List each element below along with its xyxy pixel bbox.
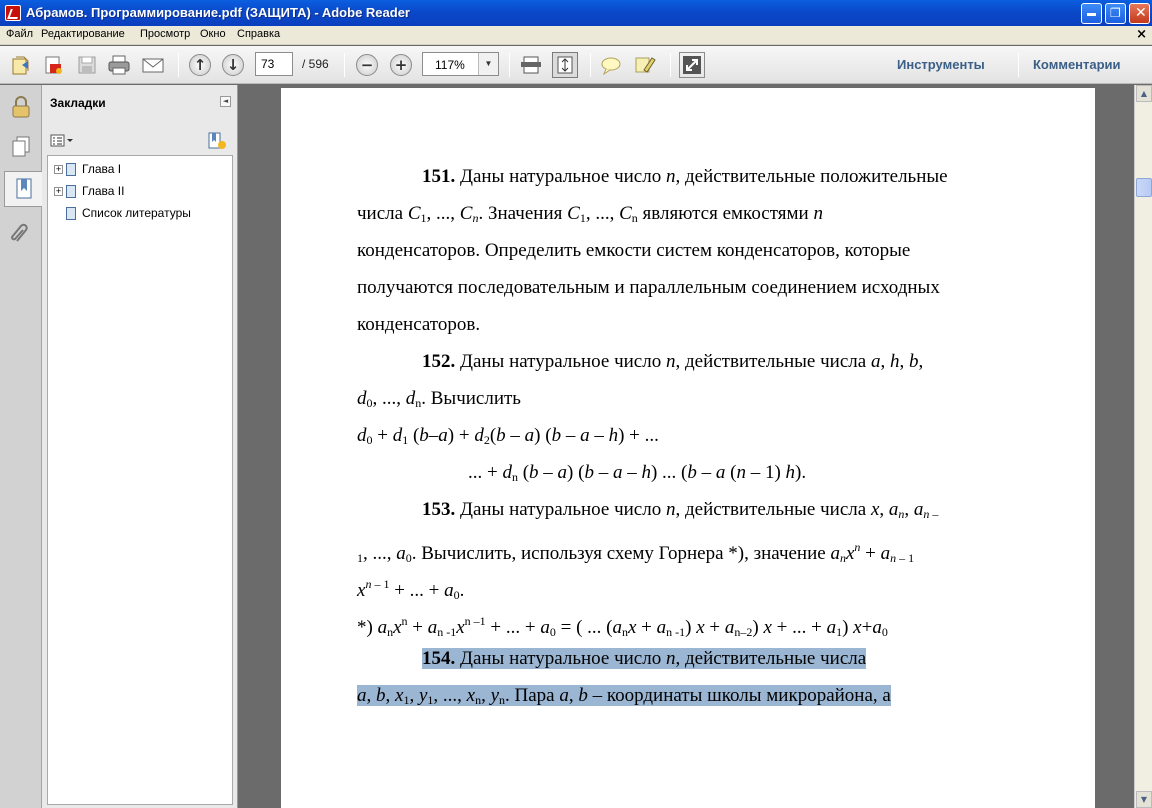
formula-line: d0 + d1 (b–a) + d2(b – a) (b – a – h) + … bbox=[357, 425, 659, 447]
scroll-down-icon[interactable]: ▼ bbox=[1136, 791, 1152, 808]
toolbar-separator bbox=[590, 53, 591, 77]
text-line: 152. Даны натуральное число n, действите… bbox=[422, 351, 924, 372]
bookmark-item[interactable]: Список литературы bbox=[54, 205, 224, 223]
bookmark-icon bbox=[66, 207, 76, 220]
text-line: конденсаторов. Определить емкости систем… bbox=[357, 240, 911, 261]
zoom-out-icon[interactable]: − bbox=[354, 52, 380, 78]
toolbar-separator bbox=[344, 53, 345, 77]
formula-line: ... + dn (b – a) (b – a – h) ... (b – a … bbox=[468, 462, 807, 484]
tools-link[interactable]: Инструменты bbox=[897, 57, 985, 72]
zoom-select[interactable]: 117% ▼ bbox=[422, 52, 499, 76]
close-document-icon[interactable]: × bbox=[1136, 27, 1147, 42]
bookmarks-icon[interactable] bbox=[4, 171, 42, 207]
title-bar: Абрамов. Программирование.pdf (ЗАЩИТА) -… bbox=[0, 0, 1152, 26]
menu-help[interactable]: Справка bbox=[237, 28, 280, 40]
bookmark-item[interactable]: + Глава II bbox=[54, 183, 224, 201]
lock-icon[interactable] bbox=[4, 89, 37, 125]
bookmarks-panel: Закладки ◄ + Глава I + Глава II Список л… bbox=[42, 85, 238, 808]
previous-page-icon[interactable]: ↑ bbox=[187, 52, 213, 78]
text-line: d0, ..., dn. Вычислить bbox=[357, 388, 521, 410]
text-line-selected: 154. Даны натуральное число n, действите… bbox=[422, 648, 867, 669]
toolbar-separator bbox=[178, 53, 179, 77]
toolbar-separator bbox=[670, 53, 671, 77]
page-total: / 596 bbox=[302, 57, 329, 71]
text-line: конденсаторов. bbox=[357, 314, 481, 335]
vertical-scrollbar[interactable]: ▲ ▼ bbox=[1134, 85, 1152, 808]
expand-icon[interactable]: + bbox=[54, 165, 63, 174]
fit-width-icon[interactable] bbox=[518, 52, 544, 78]
expand-icon[interactable]: + bbox=[54, 187, 63, 196]
email-icon[interactable] bbox=[140, 52, 166, 78]
close-button[interactable]: ✕ bbox=[1129, 3, 1150, 24]
new-bookmark-icon[interactable] bbox=[206, 131, 228, 151]
text-line: 153. Даны натуральное число n, действите… bbox=[422, 499, 939, 521]
minimize-button[interactable] bbox=[1081, 3, 1102, 24]
text-line: xn – 1 + ... + a0. bbox=[357, 577, 465, 602]
comments-link[interactable]: Комментарии bbox=[1033, 57, 1121, 72]
pages-icon[interactable] bbox=[4, 129, 37, 165]
comment-icon[interactable] bbox=[598, 52, 624, 78]
formula-line: *) anxn + an -1xn –1 + ... + a0 = ( ... … bbox=[357, 614, 888, 639]
toolbar-separator bbox=[1018, 53, 1019, 77]
save-icon[interactable] bbox=[74, 52, 100, 78]
fit-page-icon[interactable] bbox=[552, 52, 578, 78]
scroll-thumb[interactable] bbox=[1136, 178, 1152, 197]
adobe-reader-icon bbox=[5, 5, 21, 21]
menu-bar: Файл Редактирование Просмотр Окно Справк… bbox=[0, 26, 1152, 45]
bookmark-icon bbox=[66, 163, 76, 176]
window-title: Абрамов. Программирование.pdf (ЗАЩИТА) -… bbox=[26, 5, 410, 20]
print-icon[interactable] bbox=[106, 52, 132, 78]
toolbar-separator bbox=[509, 53, 510, 77]
open-icon[interactable] bbox=[8, 52, 34, 78]
bookmarks-header: Закладки bbox=[50, 96, 106, 110]
bookmarks-tree: + Глава I + Глава II Список литературы bbox=[47, 155, 233, 805]
bookmark-label: Глава II bbox=[82, 184, 125, 198]
zoom-value: 117% bbox=[435, 58, 465, 72]
restore-button[interactable]: ❐ bbox=[1105, 3, 1126, 24]
attachments-icon[interactable] bbox=[4, 215, 37, 251]
chevron-down-icon[interactable]: ▼ bbox=[478, 53, 498, 75]
menu-view[interactable]: Просмотр bbox=[140, 28, 190, 40]
bookmark-label: Глава I bbox=[82, 162, 122, 176]
text-line: числа C1, ..., Cn. Значения C1, ..., Cn … bbox=[357, 203, 823, 225]
next-page-icon[interactable]: ↓ bbox=[220, 52, 246, 78]
bookmark-icon bbox=[66, 185, 76, 198]
menu-file[interactable]: Файл bbox=[6, 28, 33, 40]
text-line: получаются последовательным и параллельн… bbox=[357, 277, 940, 298]
scroll-up-icon[interactable]: ▲ bbox=[1136, 85, 1152, 102]
text-line-selected: a, b, x1, y1, ..., xn, yn. Пара a, b – к… bbox=[357, 685, 891, 707]
pdf-page: 151. Даны натуральное число n, действите… bbox=[281, 88, 1095, 808]
highlight-icon[interactable] bbox=[632, 52, 658, 78]
bookmark-item[interactable]: + Глава I bbox=[54, 161, 224, 179]
collapse-panel-icon[interactable]: ◄ bbox=[220, 96, 231, 107]
create-pdf-icon[interactable] bbox=[40, 52, 66, 78]
zoom-in-icon[interactable]: + bbox=[388, 52, 414, 78]
menu-window[interactable]: Окно bbox=[200, 28, 226, 40]
bookmark-label: Список литературы bbox=[82, 206, 191, 220]
text-line: 1, ..., a0. Вычислить, используя схему Г… bbox=[357, 540, 915, 565]
fullscreen-icon[interactable] bbox=[679, 52, 705, 78]
menu-edit[interactable]: Редактирование bbox=[41, 28, 125, 40]
options-menu-icon[interactable] bbox=[50, 133, 74, 149]
text-line: 151. Даны натуральное число n, действите… bbox=[422, 166, 948, 187]
page-number-input[interactable]: 73 bbox=[255, 52, 293, 76]
navigation-rail bbox=[0, 85, 42, 808]
